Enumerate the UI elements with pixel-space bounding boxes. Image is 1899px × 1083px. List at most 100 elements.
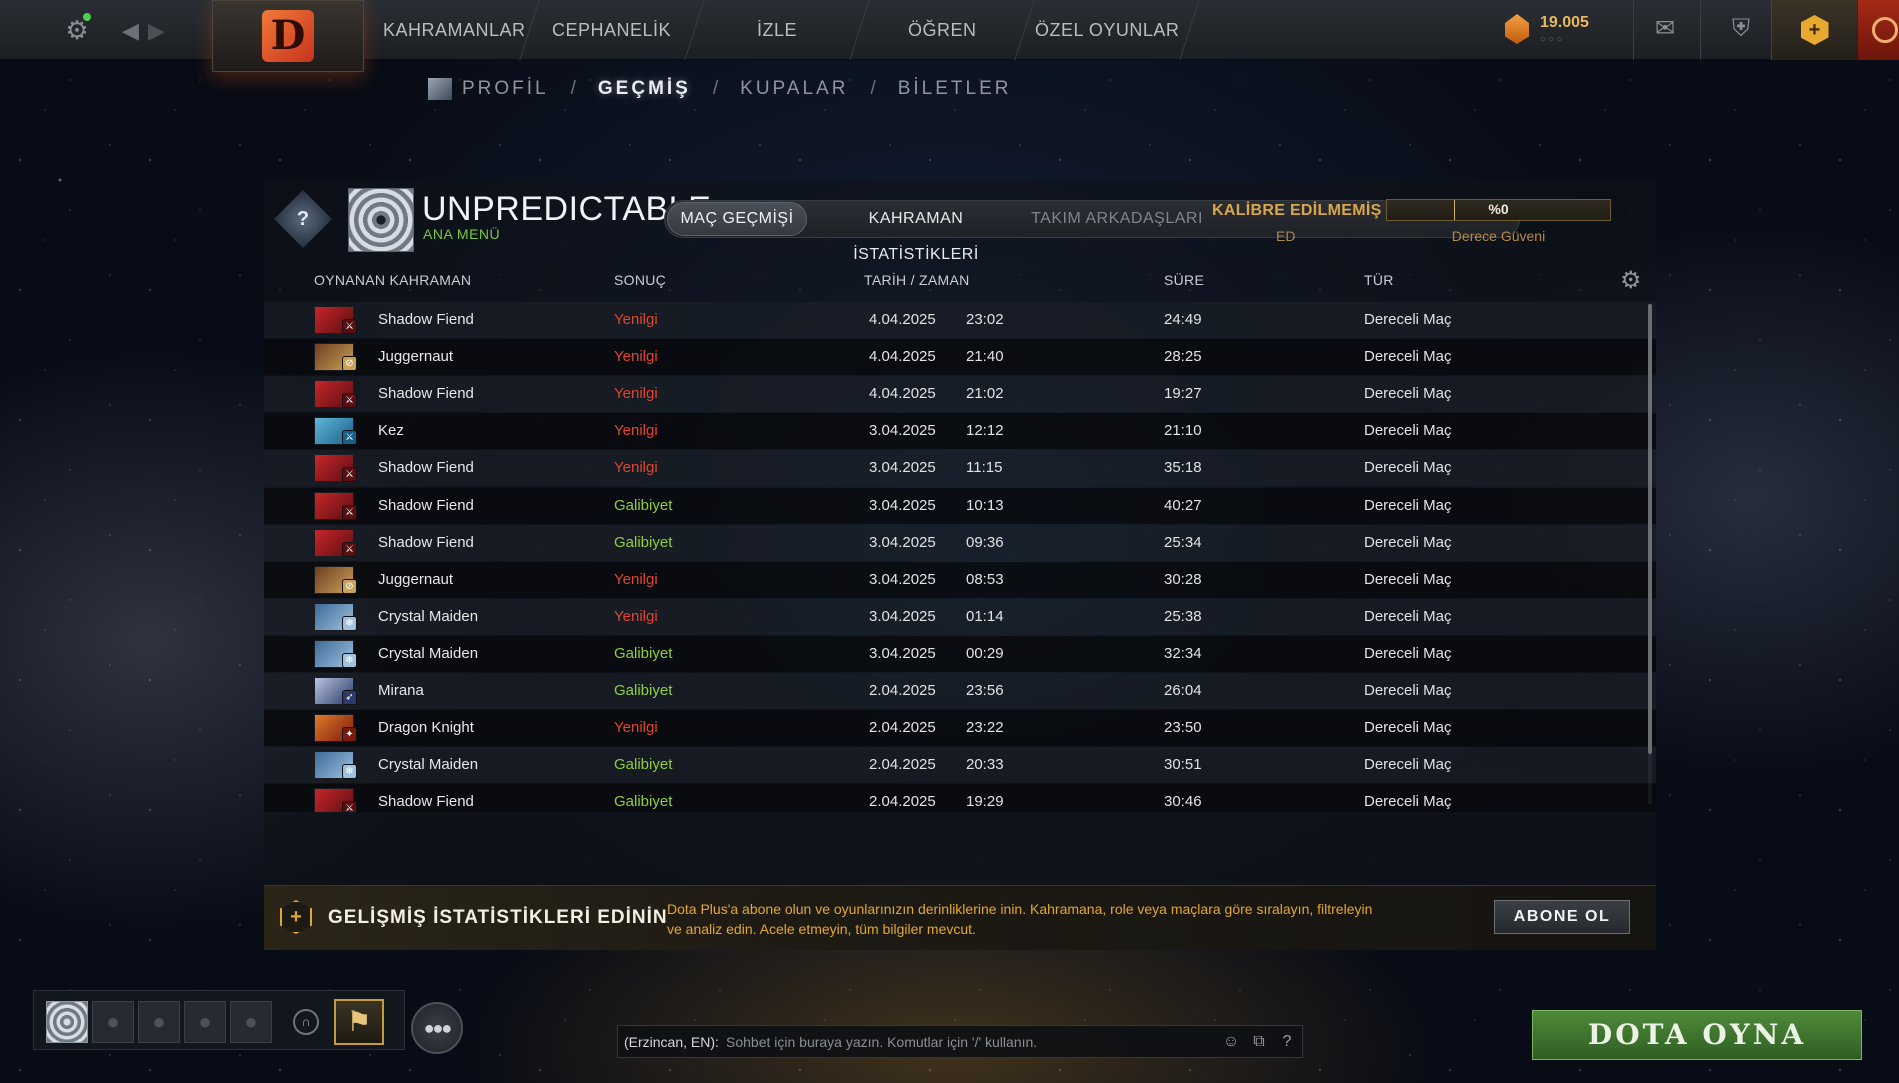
player-status: ANA MENÜ xyxy=(423,226,501,242)
nav-armory[interactable]: CEPHANELİK xyxy=(520,0,705,60)
table-row[interactable]: ❄ Crystal Maiden Galibiyet 2.04.2025 20:33 30… xyxy=(264,747,1656,784)
party-slot-empty[interactable]: ● xyxy=(184,1001,226,1043)
match-duration: 21:10 xyxy=(1164,422,1202,440)
nav-learn[interactable]: ÖĞREN xyxy=(850,0,1035,60)
match-result: Yenilgi xyxy=(614,459,658,477)
back-arrow-icon[interactable]: ◀ xyxy=(122,18,139,44)
match-result: Galibiyet xyxy=(614,644,673,662)
emoji-icon[interactable]: ☺ xyxy=(1218,1030,1244,1054)
party-slot-empty[interactable]: ● xyxy=(138,1001,180,1043)
subnav-trophies[interactable]: KUPALAR xyxy=(740,78,848,100)
friends-button[interactable]: ●●● xyxy=(411,1002,463,1054)
table-row[interactable]: ⚔ Shadow Fiend Yenilgi 4.04.2025 21:02 19:27 D… xyxy=(264,376,1656,413)
profile-subnav: PROFİL / GEÇMİŞ / KUPALAR / BİLETLER xyxy=(428,78,1011,100)
table-row[interactable]: ➶ Mirana Galibiyet 2.04.2025 23:56 26:04 Derec… xyxy=(264,673,1656,709)
tab-hero-stats[interactable]: KAHRAMAN İSTATİSTİKLERİ xyxy=(811,201,1021,263)
person-icon: ● xyxy=(244,1009,258,1034)
match-result: Galibiyet xyxy=(614,533,673,551)
dota-logo-icon: D xyxy=(262,10,314,62)
match-type: Dereceli Maç xyxy=(1364,756,1452,774)
party-slot-empty[interactable]: ● xyxy=(92,1001,134,1043)
table-row[interactable]: ✦ Dragon Knight Yenilgi 2.04.2025 23:22 23:50… xyxy=(264,710,1656,747)
party-bar: ● ● ● ● ∩ ⚑ xyxy=(33,990,405,1050)
headset-icon[interactable]: ∩ xyxy=(293,1009,319,1035)
scrollbar-thumb[interactable] xyxy=(1648,304,1652,754)
header-hero[interactable]: OYNANAN KAHRAMAN xyxy=(314,272,471,288)
nav-heroes[interactable]: KAHRAMANLAR xyxy=(370,0,540,60)
hero-name: Shadow Fiend xyxy=(378,496,474,514)
match-duration: 24:49 xyxy=(1164,311,1202,328)
match-result: Galibiyet xyxy=(614,756,673,774)
player-avatar[interactable] xyxy=(348,188,414,252)
table-row[interactable]: ❄ Crystal Maiden Yenilgi 3.04.2025 01:14 25:3… xyxy=(264,598,1656,635)
match-type: Dereceli Maç xyxy=(1364,385,1452,403)
main-nav: KAHRAMANLAR CEPHANELİK İZLE ÖĞREN ÖZEL O… xyxy=(370,0,1200,60)
table-row[interactable]: ⊘ Juggernaut Yenilgi 4.04.2025 21:40 28:25 Der… xyxy=(264,339,1656,376)
match-date: 3.04.2025 xyxy=(869,533,936,551)
dota-plus-button[interactable]: + xyxy=(1771,0,1857,60)
person-icon: ● xyxy=(198,1009,212,1034)
table-row[interactable]: ⚔ Shadow Fiend Galibiyet 3.04.2025 10:13 40:2… xyxy=(264,487,1656,524)
match-duration: 25:38 xyxy=(1164,607,1202,625)
table-settings-gear-icon[interactable]: ⚙ xyxy=(1620,266,1642,295)
header-datetime[interactable]: TARİH / ZAMAN xyxy=(864,272,970,288)
nav-watch[interactable]: İZLE xyxy=(685,0,870,60)
online-status-dot xyxy=(83,13,91,21)
rank-medal-icon[interactable]: ⚑ xyxy=(334,999,384,1045)
table-row[interactable]: ⚔ Kez Yenilgi 3.04.2025 12:12 21:10 Dereceli M… xyxy=(264,413,1656,450)
separator-slash: / xyxy=(712,78,719,99)
match-result: Galibiyet xyxy=(614,496,673,514)
match-time: 09:36 xyxy=(966,533,1004,551)
match-date: 3.04.2025 xyxy=(869,422,936,440)
match-type: Dereceli Maç xyxy=(1364,533,1452,551)
chat-channel[interactable]: (Erzincan, EN): xyxy=(624,1034,719,1050)
role-badge-icon: ⚔ xyxy=(342,504,357,520)
match-date: 3.04.2025 xyxy=(869,607,936,625)
shards-dots: ○○○ xyxy=(1540,34,1565,45)
play-dota-button[interactable]: DOTA OYNA xyxy=(1532,1010,1862,1060)
forward-arrow-icon[interactable]: ▶ xyxy=(148,18,165,44)
subnav-history[interactable]: GEÇMİŞ xyxy=(598,78,691,100)
header-duration[interactable]: SÜRE xyxy=(1164,272,1204,288)
match-time: 08:53 xyxy=(966,570,1004,588)
header-result[interactable]: SONUÇ xyxy=(614,272,666,288)
role-badge-icon: ⚔ xyxy=(342,430,357,446)
tab-teammates[interactable]: TAKIM ARKADAŞLARI xyxy=(1027,201,1207,237)
dota-plus-icon: + xyxy=(1800,15,1829,45)
mail-icon[interactable]: ✉ xyxy=(1647,15,1683,43)
match-type: Dereceli Maç xyxy=(1364,682,1452,699)
party-slot-self[interactable] xyxy=(46,1001,88,1043)
table-row[interactable]: ⚔ Shadow Fiend Galibiyet 3.04.2025 09:36 25:3… xyxy=(264,524,1656,561)
table-row[interactable]: ⊘ Juggernaut Yenilgi 3.04.2025 08:53 30:28 Der… xyxy=(264,561,1656,598)
subnav-profile[interactable]: PROFİL xyxy=(462,78,549,100)
nav-custom-games[interactable]: ÖZEL OYUNLAR xyxy=(1015,0,1200,60)
table-row[interactable]: ⚔ Shadow Fiend Galibiyet 2.04.2025 19:29 30:4… xyxy=(264,784,1656,812)
table-row[interactable]: ⚔ Shadow Fiend Yenilgi 4.04.2025 23:02 24:49 D… xyxy=(264,302,1656,338)
shards-count[interactable]: 19.005 xyxy=(1540,14,1589,32)
header-type[interactable]: TÜR xyxy=(1364,272,1394,288)
hero-name: Dragon Knight xyxy=(378,719,474,737)
match-date: 2.04.2025 xyxy=(869,756,936,774)
match-duration: 28:25 xyxy=(1164,348,1202,366)
match-type: Dereceli Maç xyxy=(1364,793,1452,811)
avatar-small xyxy=(428,78,452,100)
hero-name: Shadow Fiend xyxy=(378,793,474,811)
hero-name: Shadow Fiend xyxy=(378,533,474,551)
match-time: 12:12 xyxy=(966,422,1004,440)
popout-icon[interactable]: ⧉ xyxy=(1246,1030,1272,1054)
subnav-tickets[interactable]: BİLETLER xyxy=(898,78,1012,100)
armory-shield-icon[interactable]: ⛨ xyxy=(1723,15,1759,43)
role-badge-icon: ❄ xyxy=(342,615,357,631)
dota-logo-button[interactable]: D xyxy=(212,0,364,72)
subscribe-button[interactable]: ABONE OL xyxy=(1494,900,1630,934)
chat-input[interactable]: Sohbet için buraya yazın. Komutlar için … xyxy=(726,1034,1037,1050)
party-slot-empty[interactable]: ● xyxy=(230,1001,272,1043)
tab-match-history[interactable]: MAÇ GEÇMİŞİ xyxy=(667,202,807,236)
match-list[interactable]: ⚔ Shadow Fiend Yenilgi 4.04.2025 23:02 24:49 D… xyxy=(264,302,1656,812)
hero-name: Shadow Fiend xyxy=(378,311,474,328)
table-row[interactable]: ❄ Crystal Maiden Galibiyet 3.04.2025 00:29 32… xyxy=(264,635,1656,672)
table-row[interactable]: ⚔ Shadow Fiend Yenilgi 3.04.2025 11:15 35:18 D… xyxy=(264,450,1656,487)
help-icon[interactable]: ? xyxy=(1274,1030,1300,1054)
power-button[interactable] xyxy=(1858,0,1899,60)
match-result: Galibiyet xyxy=(614,793,673,811)
